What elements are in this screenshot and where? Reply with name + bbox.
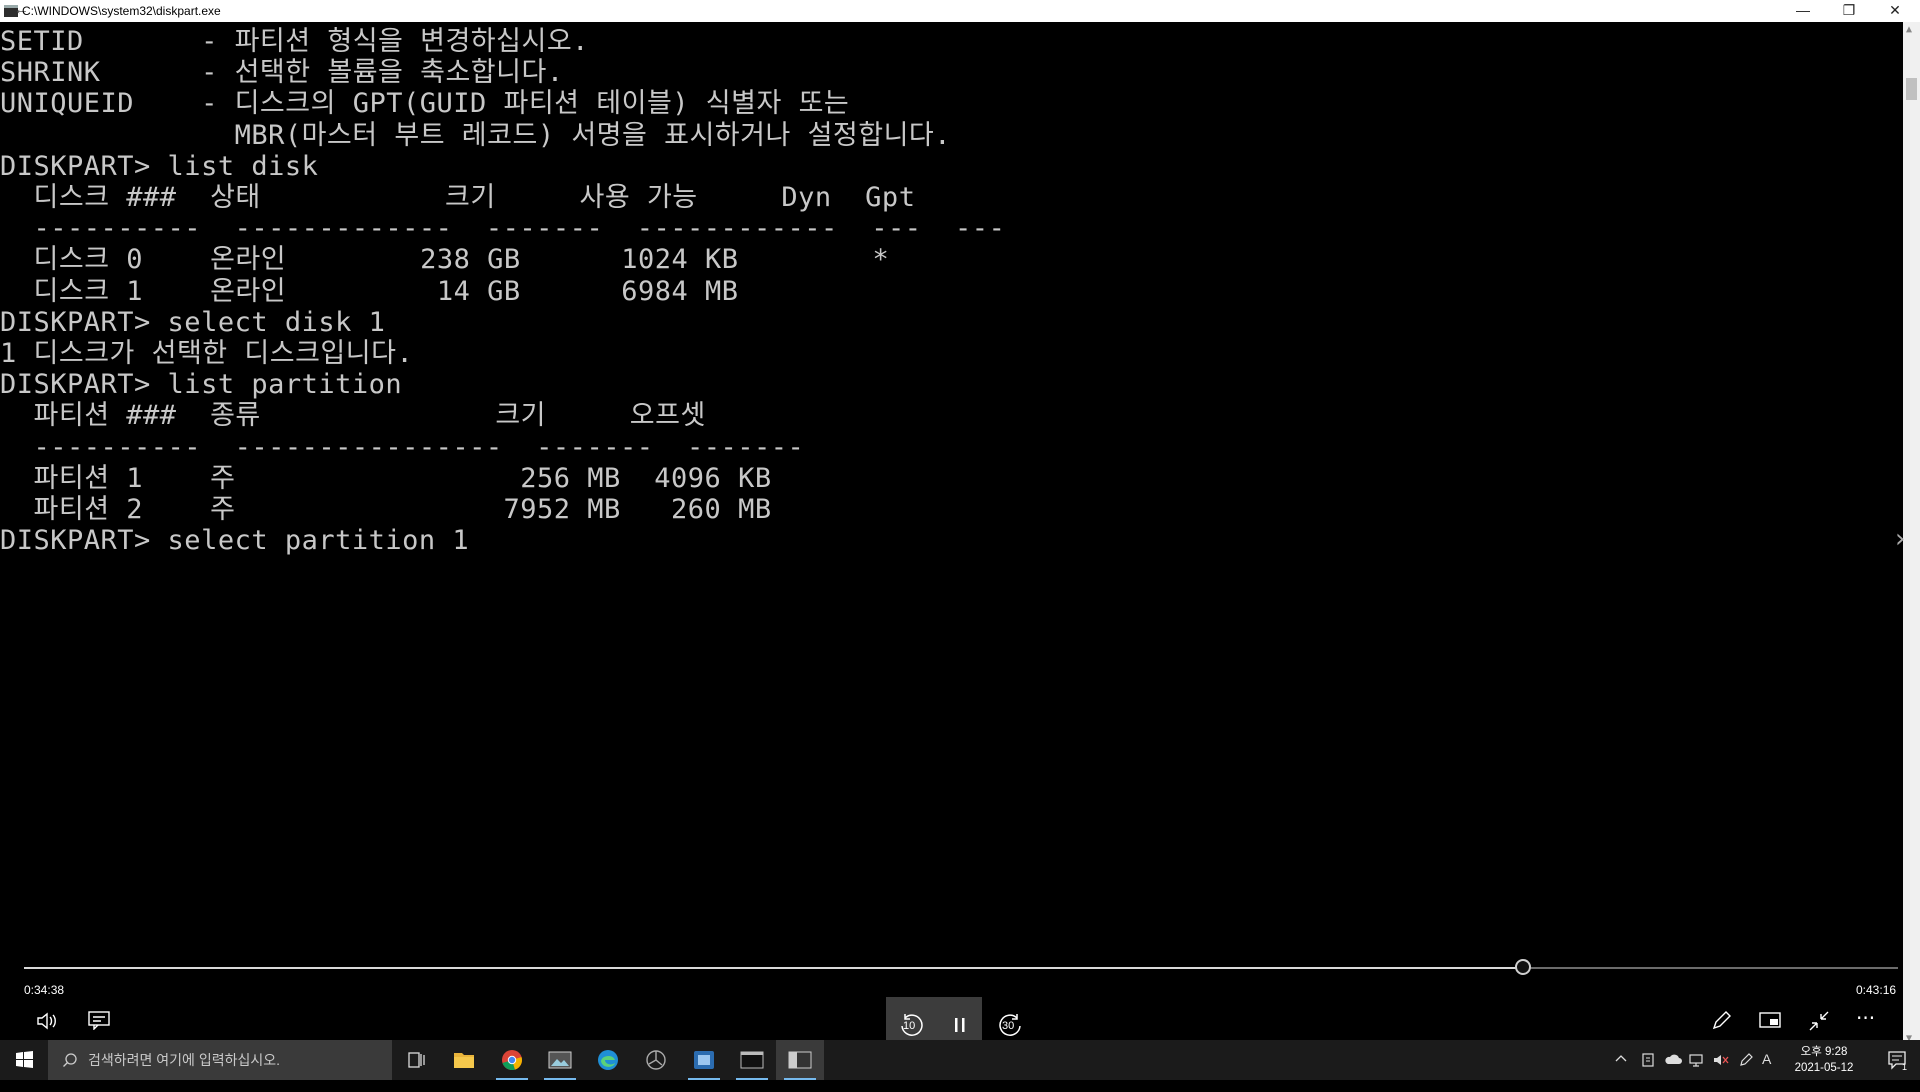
edge-taskbar-icon[interactable] [584, 1040, 632, 1080]
pen-edit-icon[interactable] [1710, 1010, 1732, 1032]
console-line: 디스크 1 온라인 14 GB 6984 MB [0, 275, 739, 307]
forward-label: 30 [1002, 1020, 1015, 1032]
task-view-icon [408, 1052, 425, 1068]
notification-count: 1 [1902, 1062, 1908, 1072]
input-language-indicator[interactable]: A [1762, 1051, 1771, 1091]
taskbar-clock[interactable]: 오후 9:28 2021-05-12 [1778, 1044, 1870, 1076]
console-line: 파티션 2 주 7952 MB 260 MB [0, 494, 772, 526]
pen-tray-icon[interactable] [1738, 1052, 1754, 1092]
file-explorer-taskbar-icon[interactable] [440, 1040, 488, 1080]
console-line: ---------- ------------- ------- -------… [0, 213, 1006, 245]
console-line: 파티션 ### 종류 크기 오프셋 [0, 400, 706, 432]
tray-chevron-up-icon[interactable] [1614, 1052, 1628, 1092]
title-bar: ← C:\WINDOWS\system32\diskpart.exe — ❐ ✕ [0, 0, 1920, 22]
console-line: 디스크 ### 상태 크기 사용 가능 Dyn Gpt [0, 182, 916, 214]
forward-30-button[interactable]: 30 [996, 1012, 1024, 1040]
captions-icon[interactable] [88, 1010, 110, 1030]
seek-bar[interactable] [24, 959, 1898, 975]
mini-view-icon[interactable] [1758, 1010, 1782, 1030]
volume-icon[interactable] [36, 1010, 60, 1032]
scroll-up-icon[interactable]: ▲ [1906, 24, 1912, 35]
network-icon[interactable] [1688, 1052, 1706, 1092]
volume-muted-icon[interactable] [1712, 1052, 1730, 1092]
close-button[interactable]: ✕ [1872, 0, 1918, 22]
windows-logo-icon [16, 1051, 33, 1068]
pause-button[interactable] [952, 1014, 968, 1036]
console-line: 1 디스크가 선택한 디스크입니다. [0, 338, 414, 370]
vertical-scrollbar[interactable]: ▲ ▼ [1903, 22, 1920, 1046]
clock-date: 2021-05-12 [1794, 1062, 1854, 1074]
clock-time: 오후 9:28 [1800, 1046, 1848, 1058]
scrollbar-thumb[interactable] [1906, 78, 1917, 100]
more-options-icon[interactable]: ··· [1856, 1006, 1875, 1030]
photo-app-taskbar-icon[interactable] [536, 1040, 584, 1080]
chevron-right-icon[interactable]: › [1895, 524, 1905, 554]
window-title: C:\WINDOWS\system32\diskpart.exe [22, 4, 221, 18]
total-time: 0:43:16 [1856, 983, 1897, 997]
device-tray-icon[interactable] [1640, 1052, 1656, 1092]
console-line: 파티션 1 주 256 MB 4096 KB [0, 462, 772, 494]
console-line: DISKPART> list partition [0, 369, 403, 401]
search-placeholder: 검색하려면 여기에 입력하십시오. [88, 1052, 280, 1068]
search-icon [63, 1053, 77, 1067]
elapsed-time: 0:34:38 [24, 983, 65, 997]
console-line: 디스크 0 온라인 238 GB 1024 KB * [0, 244, 890, 276]
exit-fullscreen-icon[interactable] [1808, 1010, 1830, 1032]
console-line: DISKPART> select partition 1 [0, 525, 470, 557]
start-button[interactable] [0, 1040, 48, 1080]
taskbar: 검색하려면 여기에 입력하십시오. A 오후 9:28 2021-05-12 1 [0, 1040, 1920, 1080]
console-line: DISKPART> list disk [0, 150, 319, 182]
console-line: ---------- ---------------- ------- ----… [0, 431, 805, 463]
console-line: SHRINK - 선택한 볼륨을 축소합니다. [0, 57, 564, 89]
rewind-label: 10 [903, 1020, 916, 1032]
notification-icon [1888, 1051, 1906, 1070]
console-output[interactable]: SETID - 파티션 형식을 변경하십시오. SHRINK - 선택한 볼륨을… [0, 26, 1900, 956]
task-view-button[interactable] [392, 1040, 440, 1080]
onedrive-cloud-icon[interactable] [1664, 1052, 1682, 1092]
minimize-button[interactable]: — [1780, 0, 1826, 22]
seek-bar-fill [24, 967, 1524, 969]
blue-app-taskbar-icon[interactable] [680, 1040, 728, 1080]
console-line: MBR(마스터 부트 레코드) 서명을 표시하거나 설정합니다. [0, 119, 952, 151]
seek-bar-thumb[interactable] [1515, 959, 1532, 975]
console-line: SETID - 파티션 형식을 변경하십시오. [0, 26, 589, 57]
taskbar-search-box[interactable]: 검색하려면 여기에 입력하십시오. [48, 1040, 392, 1080]
chrome-taskbar-icon[interactable] [488, 1040, 536, 1080]
command-prompt-taskbar-icon[interactable] [728, 1040, 776, 1080]
media-player-taskbar-icon[interactable] [776, 1040, 824, 1080]
console-line: UNIQUEID - 디스크의 GPT(GUID 파티션 테이블) 식별자 또는 [0, 88, 850, 120]
restore-button[interactable]: ❐ [1826, 0, 1872, 22]
system-app-taskbar-icon[interactable] [632, 1040, 680, 1080]
console-line: DISKPART> select disk 1 [0, 306, 386, 338]
rewind-10-button[interactable]: 10 [898, 1012, 926, 1040]
notification-center-button[interactable]: 1 [1874, 1040, 1920, 1080]
